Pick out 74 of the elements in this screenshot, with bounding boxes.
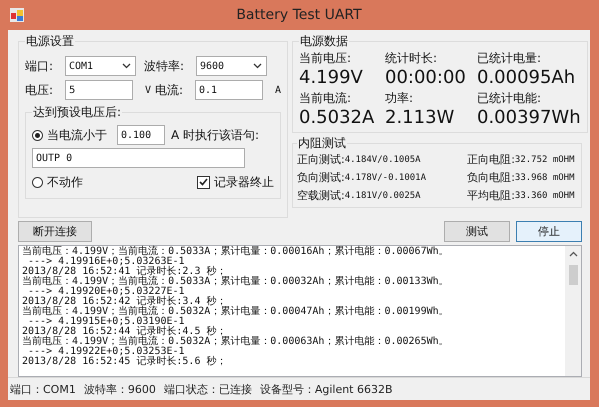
log-line: ---> 4.19920E+0;5.03227E-1 <box>28 287 185 297</box>
baud-rate-dropdown[interactable]: 9600 <box>196 56 267 76</box>
reading-label: 功率: <box>385 90 414 107</box>
unit-label: V <box>144 84 151 96</box>
app-icon <box>10 8 24 22</box>
threshold-input[interactable]: 0.100 <box>117 125 165 145</box>
reading-label: 当前电压: <box>299 50 352 67</box>
test-value: 4.184V/0.1005A <box>344 154 421 164</box>
log-line: 2013/8/28 16:52:44 记录时长:4.5 秒； <box>22 327 226 337</box>
option-label: 当电流小于 <box>47 126 107 144</box>
radio-button[interactable] <box>32 176 43 188</box>
test-label: 正向测试: <box>297 152 345 167</box>
window-title: Battery Test UART <box>235 7 363 23</box>
test-label: 平均电阻: <box>467 188 515 203</box>
reading-value: 4.199V <box>299 67 364 88</box>
reading-value: 0.00397Wh <box>477 107 581 128</box>
group-title: 电源设置 <box>25 33 75 50</box>
reading-value: 0.5032A <box>299 107 376 128</box>
field-label: 端口: <box>25 58 54 74</box>
stop-button[interactable]: 停止 <box>516 221 582 242</box>
log-line: 2013/8/28 16:52:41 记录时长:2.3 秒； <box>22 267 226 277</box>
reading-label: 当前电流: <box>299 90 352 107</box>
group-title: 达到预设电压后: <box>32 104 122 121</box>
test-value: 4.181V/0.0025A <box>344 190 421 200</box>
reading-value: 2.113W <box>385 107 456 128</box>
reading-label: 统计时长: <box>385 50 438 67</box>
field-label: 电流: <box>155 82 184 98</box>
option-suffix: A 时执行该语句: <box>171 126 260 144</box>
log-textbox[interactable] <box>18 245 582 377</box>
disconnect-button[interactable]: 断开连接 <box>18 221 92 242</box>
reading-value: 0.00095Ah <box>477 67 576 88</box>
test-label: 负向测试: <box>297 170 345 185</box>
test-label: 负向电阻: <box>467 170 515 185</box>
reading-label: 已统计电量: <box>477 50 542 67</box>
log-line: 当前电压：4.199V；当前电流：0.5033A；累计电量：0.00032Ah；累计电能：0.00133Wh。 <box>22 277 450 287</box>
test-value: 33.360 mOHM <box>514 190 575 200</box>
log-line: ---> 4.19916E+0;5.03263E-1 <box>28 257 185 267</box>
test-value: 32.752 mOHM <box>514 154 575 164</box>
log-line: 当前电压：4.199V；当前电流：0.5032A；累计电量：0.00047Ah；累计电能：0.00199Wh。 <box>22 307 450 317</box>
log-line: ---> 4.19922E+0;5.03253E-1 <box>28 347 185 357</box>
command-input[interactable]: OUTP 0 <box>32 148 245 168</box>
current-input[interactable]: 0.1 <box>195 80 263 100</box>
status-text: 设备型号：Agilent 6632B <box>260 382 393 396</box>
port-dropdown[interactable]: COM1 <box>65 56 136 76</box>
chevron-down-icon <box>253 63 262 69</box>
group-title: 电源数据 <box>299 33 349 50</box>
chevron-down-icon <box>122 63 131 69</box>
test-value: 33.968 mOHM <box>514 172 575 182</box>
checkbox-label: 记录器终止 <box>214 174 274 190</box>
status-text: 端口：COM1 <box>10 382 76 396</box>
reading-value: 00:00:00 <box>385 67 467 88</box>
checkbox[interactable] <box>197 176 210 188</box>
log-line: 2013/8/28 16:52:45 记录时长:5.6 秒； <box>22 357 228 367</box>
test-label: 正向电阻: <box>467 152 515 167</box>
scrollbar-thumb[interactable] <box>568 265 578 285</box>
field-label: 波特率: <box>144 58 186 74</box>
log-line: 当前电压：4.199V；当前电流：0.5033A；累计电量：0.00016Ah；累计电能：0.00067Wh。 <box>22 247 450 257</box>
chevron-up-icon <box>568 251 578 257</box>
option-label: 不动作 <box>47 174 83 190</box>
scrollbar[interactable] <box>565 246 581 376</box>
status-text: 波特率：9600 <box>84 382 156 396</box>
field-label: 电压: <box>25 82 54 98</box>
log-line: 2013/8/28 16:52:42 记录时长:3.4 秒； <box>22 297 226 307</box>
radio-button[interactable] <box>32 130 43 140</box>
voltage-input[interactable]: 5 <box>65 80 133 100</box>
test-button[interactable]: 测试 <box>444 221 510 242</box>
group-title: 内阻测试 <box>297 135 347 152</box>
reading-label: 已统计电能: <box>477 90 542 107</box>
log-line: 当前电压：4.199V；当前电流：0.5032A；累计电量：0.00063Ah；累计电能：0.00265Wh。 <box>22 337 450 347</box>
log-line: ---> 4.19915E+0;5.03190E-1 <box>28 317 185 327</box>
test-value: 4.178V/-0.1001A <box>344 172 426 182</box>
test-label: 空载测试: <box>297 188 345 203</box>
unit-label: A <box>274 84 281 96</box>
status-text: 端口状态：已连接 <box>164 382 252 396</box>
